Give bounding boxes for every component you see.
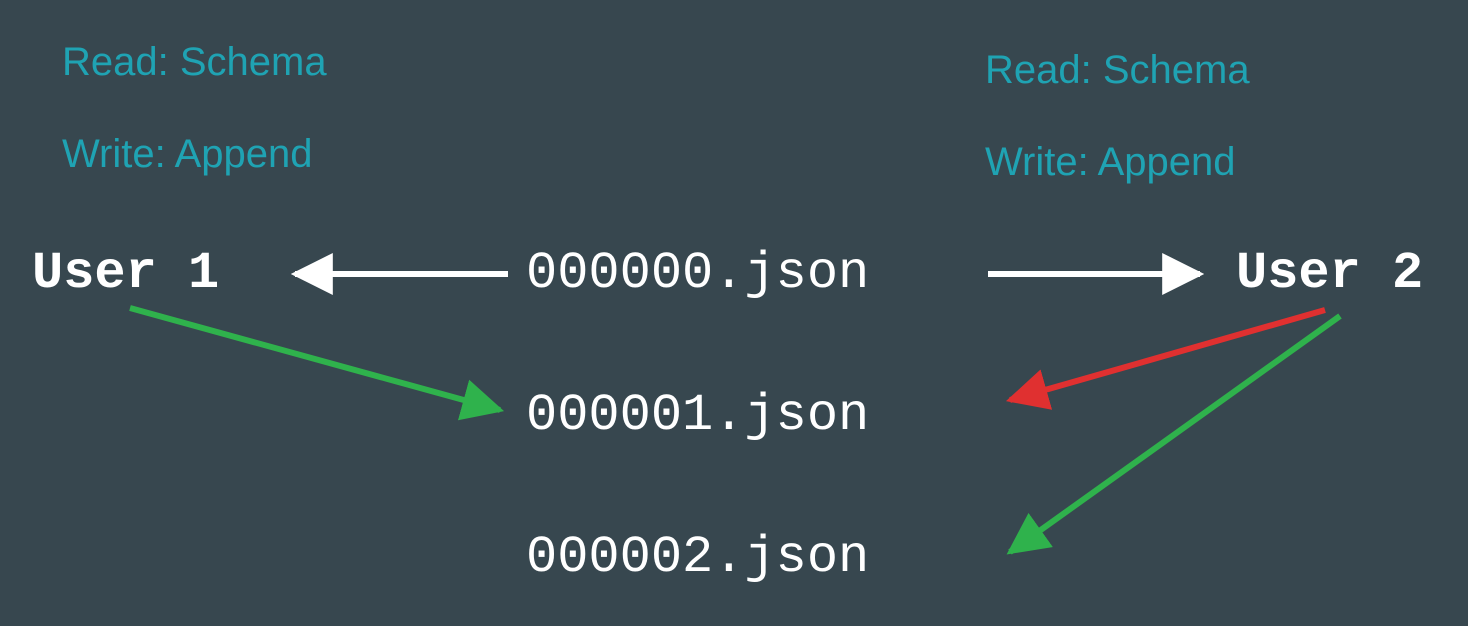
file-2-node: 000002.json: [526, 528, 869, 587]
user2-write-permission: Write: Append: [985, 140, 1236, 185]
user1-read-permission: Read: Schema: [62, 40, 327, 85]
arrow-user1-to-file1: [130, 308, 500, 410]
user2-read-permission: Read: Schema: [985, 48, 1250, 93]
arrow-user2-to-file2: [1010, 316, 1340, 552]
user2-node: User 2: [1236, 244, 1423, 303]
user1-write-permission: Write: Append: [62, 132, 313, 177]
arrow-user2-to-file1: [1010, 310, 1325, 400]
file-1-node: 000001.json: [526, 386, 869, 445]
file-0-node: 000000.json: [526, 244, 869, 303]
user1-node: User 1: [32, 244, 219, 303]
diagram-canvas: Read: Schema Write: Append Read: Schema …: [0, 0, 1468, 626]
